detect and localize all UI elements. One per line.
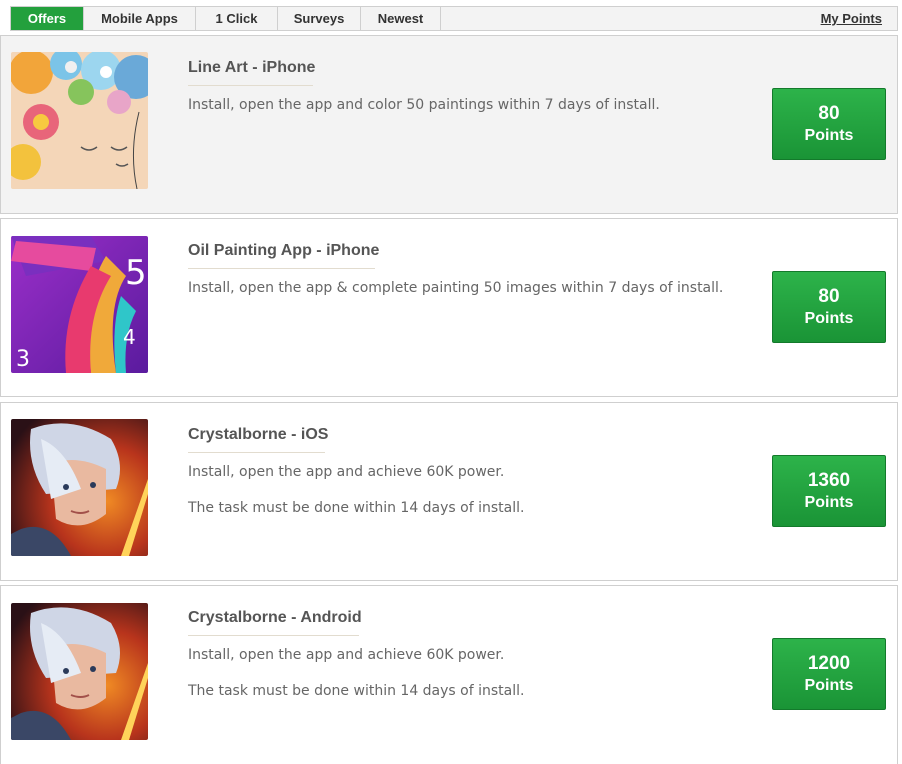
digit-four: 4: [123, 325, 136, 349]
offer-card-crystalborne-android: Crystalborne - Android Install, open the…: [0, 585, 898, 764]
oil-painting-app-icon[interactable]: 5 4 3: [11, 236, 148, 373]
points-button[interactable]: 1360 Points: [772, 455, 886, 527]
offer-card-line-art: Line Art - iPhone Install, open the app …: [0, 35, 898, 214]
offer-description: Install, open the app and color 50 paint…: [188, 97, 660, 113]
points-button[interactable]: 1200 Points: [772, 638, 886, 710]
points-button[interactable]: 80 Points: [772, 88, 886, 160]
points-value: 1200: [807, 653, 851, 674]
digit-five: 5: [125, 253, 147, 293]
offer-title[interactable]: Line Art - iPhone: [188, 59, 315, 77]
title-divider: [188, 268, 375, 269]
tab-mobile-apps[interactable]: Mobile Apps: [84, 7, 196, 30]
title-divider: [188, 635, 359, 636]
crystalborne-ios-icon[interactable]: [11, 419, 148, 556]
points-value: 1360: [807, 470, 851, 491]
offer-tabs: Offers Mobile Apps 1 Click Surveys Newes…: [10, 6, 898, 31]
tab-surveys[interactable]: Surveys: [278, 7, 361, 30]
offer-title[interactable]: Crystalborne - Android: [188, 609, 362, 627]
tab-newest[interactable]: Newest: [361, 7, 441, 30]
offer-deadline: The task must be done within 14 days of …: [188, 500, 525, 516]
offer-title[interactable]: Oil Painting App - iPhone: [188, 242, 379, 260]
points-value: 80: [818, 286, 840, 307]
offer-card-crystalborne-ios: Crystalborne - iOS Install, open the app…: [0, 402, 898, 581]
points-unit: Points: [804, 127, 854, 144]
points-unit: Points: [804, 494, 854, 511]
line-art-app-icon[interactable]: [11, 52, 148, 189]
offer-description: Install, open the app and achieve 60K po…: [188, 464, 505, 480]
title-divider: [188, 85, 313, 86]
offer-description: Install, open the app and achieve 60K po…: [188, 647, 505, 663]
tab-offers[interactable]: Offers: [11, 7, 84, 30]
points-unit: Points: [804, 677, 854, 694]
points-value: 80: [818, 103, 840, 124]
tab-1-click[interactable]: 1 Click: [196, 7, 278, 30]
crystalborne-android-icon[interactable]: [11, 603, 148, 740]
title-divider: [188, 452, 325, 453]
offer-description: Install, open the app & complete paintin…: [188, 280, 724, 296]
offer-deadline: The task must be done within 14 days of …: [188, 683, 525, 699]
points-button[interactable]: 80 Points: [772, 271, 886, 343]
my-points-link[interactable]: My Points: [821, 7, 882, 30]
points-unit: Points: [804, 310, 854, 327]
offer-title[interactable]: Crystalborne - iOS: [188, 426, 328, 444]
digit-three: 3: [16, 347, 30, 372]
offer-card-oil-painting: 5 4 3 Oil Painting App - iPhone Install,…: [0, 218, 898, 397]
